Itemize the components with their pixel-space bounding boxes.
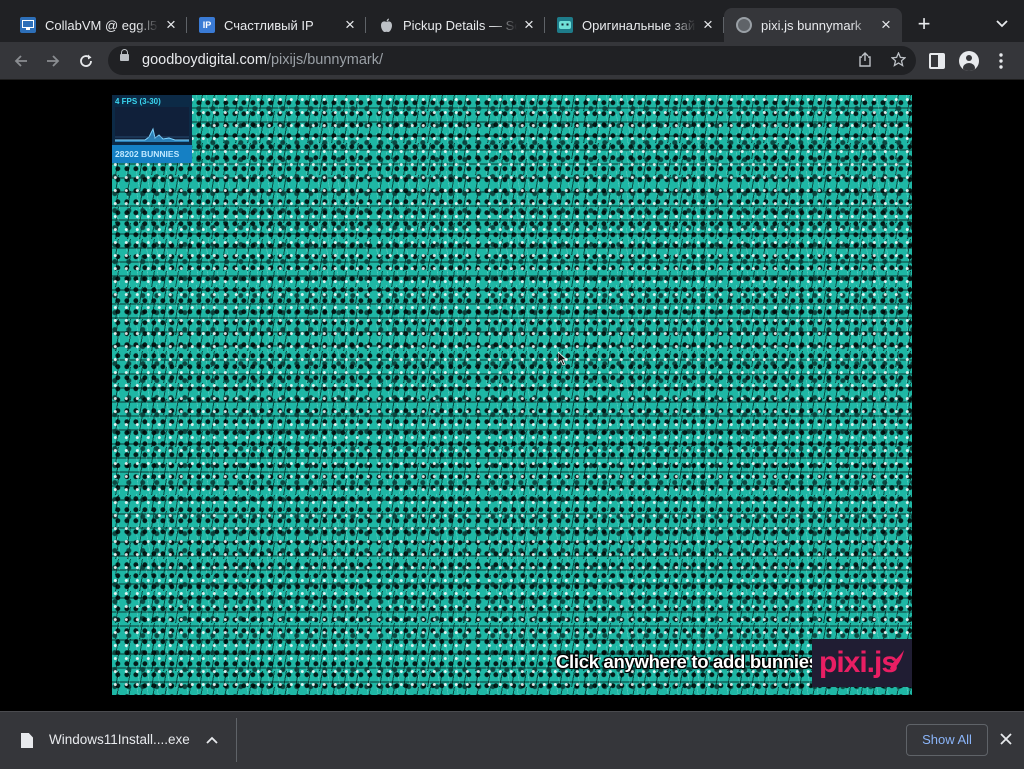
- tab-happy-ip[interactable]: IP Счастливый IP ×: [187, 8, 366, 42]
- reload-button[interactable]: [73, 48, 99, 74]
- add-bunnies-caption: Click anywhere to add bunnies!: [556, 651, 825, 672]
- tab-search-button[interactable]: [990, 12, 1014, 36]
- fps-stats-panel: 4 FPS (3-30) 28202 BUNNIES: [112, 95, 192, 163]
- show-all-downloads-button[interactable]: Show All: [906, 724, 988, 756]
- new-tab-button[interactable]: +: [912, 12, 936, 36]
- tab-title: pixi.js bunnymark: [761, 17, 862, 33]
- back-button[interactable]: [8, 48, 34, 74]
- tab-title: CollabVM @ egg.l5.c: [45, 17, 159, 33]
- forward-button[interactable]: [40, 48, 66, 74]
- lock-icon[interactable]: [120, 49, 129, 61]
- tab-title: Оригинальные зай: [582, 17, 696, 33]
- close-icon[interactable]: ×: [163, 16, 179, 33]
- globe-icon: [736, 17, 752, 33]
- kebab-menu-icon: [999, 53, 1003, 69]
- close-icon[interactable]: ×: [878, 16, 894, 33]
- bunny-count: 28202 BUNNIES: [112, 145, 192, 163]
- reload-icon: [80, 54, 92, 67]
- tab-collabvm[interactable]: CollabVM @ egg.l5.c ×: [8, 8, 187, 42]
- profile-button[interactable]: [956, 48, 982, 74]
- tab-title: Счастливый IP: [224, 17, 314, 33]
- fps-graph: [115, 107, 189, 142]
- close-icon: [1000, 733, 1012, 745]
- address-bar[interactable]: goodboydigital.com/pixijs/bunnymark/: [108, 46, 916, 75]
- apple-icon: [378, 17, 394, 33]
- file-icon: [21, 733, 33, 748]
- side-panel-icon: [929, 53, 945, 69]
- url-text[interactable]: goodboydigital.com/pixijs/bunnymark/: [142, 52, 383, 68]
- ip-icon: IP: [199, 17, 215, 33]
- fps-counter: 4 FPS (3-30): [115, 97, 161, 106]
- chevron-up-icon: [206, 736, 218, 744]
- robot-icon: [557, 17, 573, 33]
- bunnymark-canvas[interactable]: 4 FPS (3-30) 28202 BUNNIES Click anywher…: [112, 95, 912, 695]
- tab-pickup-details[interactable]: Pickup Details — Se ×: [366, 8, 545, 42]
- tab-original-bunnies[interactable]: Оригинальные зай ×: [545, 8, 724, 42]
- monitor-icon: [20, 17, 36, 33]
- download-separator: [236, 718, 237, 762]
- flame-icon: [890, 650, 904, 670]
- profile-avatar-icon: [959, 51, 979, 71]
- download-options-button[interactable]: [203, 731, 221, 749]
- download-file-name[interactable]: Windows11Install....exe: [49, 732, 190, 747]
- side-panel-button[interactable]: [924, 48, 950, 74]
- download-shelf: Windows11Install....exe Show All: [0, 711, 1024, 769]
- tab-title: Pickup Details — Se: [403, 17, 517, 33]
- share-icon[interactable]: [856, 52, 874, 70]
- browser-toolbar: goodboydigital.com/pixijs/bunnymark/: [0, 42, 1024, 80]
- pixi-logo[interactable]: pixi.js: [812, 639, 912, 687]
- tab-pixi-bunnymark[interactable]: pixi.js bunnymark ×: [724, 8, 902, 42]
- arrow-left-icon: [14, 55, 27, 67]
- pixi-logo-text: pixi.js: [819, 646, 898, 679]
- close-download-shelf-button[interactable]: [996, 729, 1016, 749]
- close-icon[interactable]: ×: [521, 16, 537, 33]
- tab-strip: CollabVM @ egg.l5.c × IP Счастливый IP ×…: [0, 0, 1024, 42]
- chevron-down-icon: [996, 20, 1008, 28]
- close-icon[interactable]: ×: [342, 16, 358, 33]
- menu-button[interactable]: [988, 48, 1014, 74]
- close-icon[interactable]: ×: [700, 16, 716, 33]
- mouse-cursor-icon: [558, 352, 568, 366]
- bookmark-star-icon[interactable]: [889, 51, 907, 70]
- arrow-right-icon: [47, 55, 60, 67]
